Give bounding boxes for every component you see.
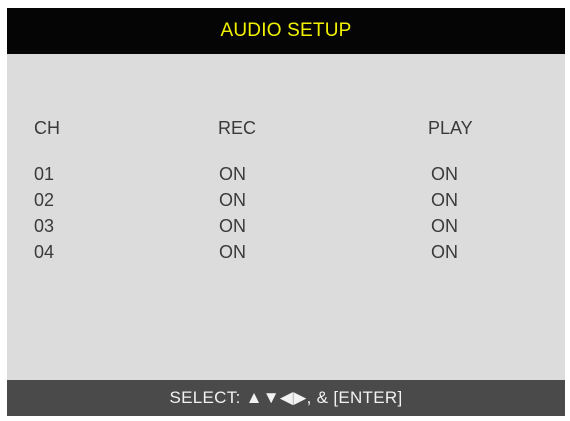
play-setting-01[interactable]: ON	[431, 161, 458, 187]
title-bar: AUDIO SETUP	[7, 8, 565, 54]
rec-setting-04[interactable]: ON	[219, 239, 246, 265]
play-setting-04[interactable]: ON	[431, 239, 458, 265]
channel-column: 01 02 03 04	[34, 161, 54, 265]
rec-setting-02[interactable]: ON	[219, 187, 246, 213]
channel-04: 04	[34, 242, 55, 262]
channel-03: 03	[34, 216, 55, 236]
play-setting-02[interactable]: ON	[431, 187, 458, 213]
play-column: ON ON ON ON	[431, 161, 458, 265]
column-header-rec: REC	[218, 118, 257, 138]
status-bar: SELECT: ▲▼◀▶, & [ENTER]	[7, 380, 565, 416]
navigation-hint: SELECT: ▲▼◀▶, & [ENTER]	[169, 388, 403, 407]
column-header-ch: CH	[34, 118, 60, 138]
channel-01: 01	[34, 164, 55, 184]
play-setting-03[interactable]: ON	[431, 213, 458, 239]
rec-setting-03[interactable]: ON	[219, 213, 246, 239]
rec-column: ON ON ON ON	[219, 161, 246, 265]
column-header-play: PLAY	[428, 118, 473, 138]
rec-setting-01[interactable]: ON	[219, 161, 246, 187]
audio-setup-screen: AUDIO SETUP CH REC PLAY 01 02 03 04 ON O…	[7, 8, 565, 416]
channel-02: 02	[34, 190, 55, 210]
screen-title: AUDIO SETUP	[220, 20, 352, 41]
